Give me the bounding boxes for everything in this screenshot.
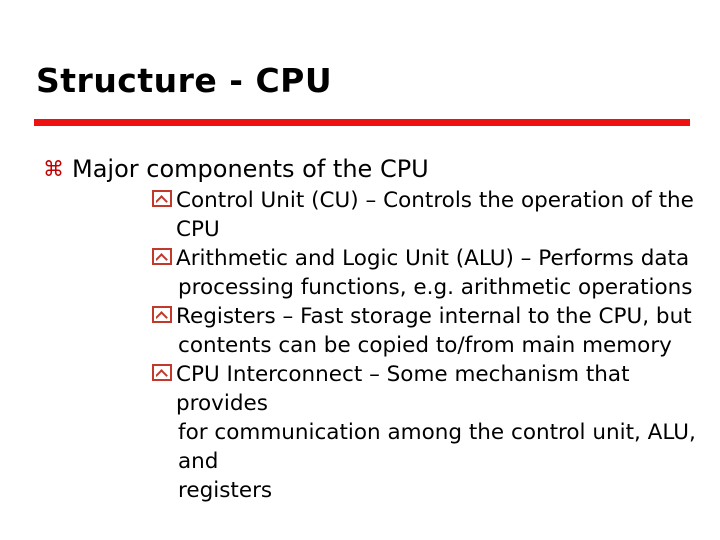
chevron-up-glyph: [156, 195, 168, 203]
place-of-interest-icon: ⌘: [43, 157, 64, 181]
list-item-level2-label-continued: contents can be copied to/from main memo…: [178, 333, 672, 358]
list-item-level2: Arithmetic and Logic Unit (ALU) – Perfor…: [72, 244, 720, 302]
list-item-level2-label-continued: registers: [178, 478, 273, 503]
sub-bullet-list: Control Unit (CU) – Controls the operati…: [72, 186, 720, 505]
chevron-in-box-icon: [152, 306, 172, 323]
page-title: Structure - CPU: [36, 61, 333, 100]
chevron-up-glyph: [156, 311, 168, 319]
list-item-level2: Registers – Fast storage internal to the…: [72, 302, 720, 360]
chevron-in-box-icon: [152, 364, 172, 381]
list-item-level1: ⌘ Major components of the CPU Control Un…: [0, 152, 720, 505]
list-item-level2: CPU Interconnect – Some mechanism that p…: [72, 360, 720, 505]
chevron-in-box-icon: [152, 248, 172, 265]
list-item-level2-label-continued: processing functions, e.g. arithmetic op…: [178, 275, 693, 300]
bullet-list: ⌘ Major components of the CPU Control Un…: [0, 152, 720, 505]
list-item-level2: Control Unit (CU) – Controls the operati…: [72, 186, 720, 244]
list-item-level2-label: Control Unit (CU) – Controls the operati…: [176, 188, 694, 242]
list-item-level2-label: Arithmetic and Logic Unit (ALU) – Perfor…: [176, 246, 690, 271]
list-item-level2-label-continued: for communication among the control unit…: [178, 420, 696, 474]
chevron-in-box-icon: [152, 190, 172, 207]
title-underline-rule: [34, 119, 690, 126]
list-item-level1-label: Major components of the CPU: [72, 155, 429, 183]
list-item-level2-label: CPU Interconnect – Some mechanism that p…: [176, 362, 630, 416]
chevron-up-glyph: [156, 253, 168, 261]
slide-canvas: Structure - CPU ⌘ Major components of th…: [0, 0, 720, 540]
chevron-up-glyph: [156, 369, 168, 377]
slide-body: ⌘ Major components of the CPU Control Un…: [0, 152, 720, 506]
list-item-level2-label: Registers – Fast storage internal to the…: [176, 304, 692, 329]
